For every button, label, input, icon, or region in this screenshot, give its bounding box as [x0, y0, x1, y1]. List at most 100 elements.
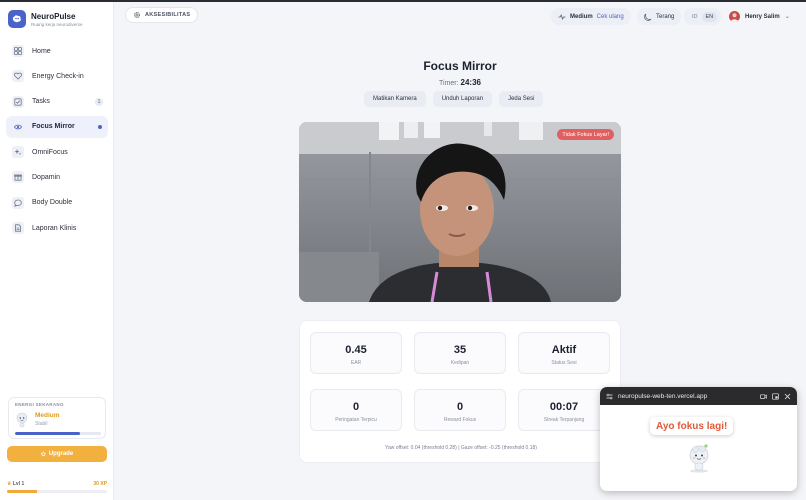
energy-level: Medium — [35, 412, 60, 419]
heart-icon — [12, 70, 24, 83]
theme-toggle[interactable]: Terang — [637, 8, 682, 25]
sidebar-item-focus-mirror[interactable]: Focus Mirror — [6, 115, 108, 138]
energy-progress-fill — [15, 432, 80, 435]
sidebar-item-label: Laporan Klinis — [32, 224, 77, 232]
stat-label: EAR — [350, 360, 362, 366]
sparkle-icon — [12, 146, 24, 159]
stat-warnings-triggered: 0 Peringatan Terpicu — [310, 389, 402, 431]
camera-feed: Tidak Fokus Layar! — [299, 122, 621, 302]
tasks-count-badge: 1 — [95, 97, 103, 106]
sidebar-item-omnifocus[interactable]: OmniFocus — [6, 141, 108, 163]
moon-icon — [644, 13, 652, 21]
stat-value: Aktif — [551, 344, 577, 356]
pip-window[interactable]: neuropulse-web-ten.vercel.app Ayo fokus … — [600, 387, 797, 491]
stat-value: 00:07 — [549, 401, 579, 413]
stat-value: 35 — [453, 344, 467, 356]
sidebar-item-label: Body Double — [32, 199, 73, 207]
sidebar-item-energy-checkin[interactable]: Energy Check-in — [6, 65, 108, 87]
session-timer: Timer: 24:36 — [300, 78, 620, 87]
user-menu[interactable]: Henry Salim ⌄ — [729, 8, 790, 25]
energy-pill-level: Medium — [570, 13, 593, 20]
mascot-icon — [689, 444, 709, 473]
eye-icon — [12, 120, 24, 133]
not-focused-warning-badge: Tidak Fokus Layar! — [557, 129, 614, 140]
sidebar-item-tasks[interactable]: Tasks 1 — [6, 91, 108, 113]
camera-feed-image — [299, 122, 621, 302]
user-name: Henry Salim — [745, 13, 780, 20]
sidebar-item-home[interactable]: Home — [6, 40, 108, 62]
download-report-button[interactable]: Unduh Laporan — [432, 91, 493, 107]
close-icon[interactable] — [784, 393, 791, 400]
pause-session-button[interactable]: Jeda Sesi — [499, 91, 544, 107]
checkbox-icon — [12, 95, 24, 108]
stat-label: Reward Fokus — [443, 417, 477, 423]
upgrade-label: Upgrade — [48, 451, 74, 457]
timer-label: Timer: — [439, 80, 459, 87]
site-settings-icon[interactable] — [606, 393, 613, 400]
stat-session-status: Aktif Status Sesi — [518, 332, 610, 374]
stat-value: 0 — [456, 401, 464, 413]
grid-icon — [12, 45, 24, 57]
chat-icon — [12, 196, 24, 209]
pip-titlebar: neuropulse-web-ten.vercel.app — [600, 387, 797, 405]
accessibility-button[interactable]: AKSESIBILITAS — [125, 7, 199, 23]
sidebar-item-label: Energy Check-in — [32, 72, 84, 80]
xp-progress-fill — [7, 490, 37, 493]
sidebar-item-label: OmniFocus — [32, 148, 68, 156]
level-row: ♛ Lvl 1 30 XP — [7, 481, 107, 487]
xp-progress-bar — [7, 490, 107, 493]
brand[interactable]: NeuroPulse Ruang kerja neurodiverse — [8, 10, 83, 28]
stat-label: Status Sesi — [551, 360, 577, 366]
theme-label: Terang — [656, 13, 675, 20]
sidebar-item-label: Dopamin — [32, 173, 61, 181]
active-indicator-dot — [98, 124, 102, 129]
stat-value: 0 — [352, 401, 360, 413]
language-switch: ID EN — [684, 8, 722, 25]
level-label: ♛ Lvl 1 — [7, 481, 24, 487]
stat-label: Peringatan Terpicu — [335, 417, 377, 423]
avatar — [729, 11, 740, 22]
lang-option-en[interactable]: EN — [701, 11, 718, 22]
stat-ear: 0.45 EAR — [310, 332, 402, 374]
window-top-edge — [0, 0, 806, 2]
turn-off-camera-button[interactable]: Matikan Kamera — [364, 91, 426, 107]
star-icon: ✩ — [40, 451, 46, 458]
sidebar-item-label: Focus Mirror — [32, 123, 75, 131]
offset-readout: Yaw offset: 0.04 (threshold 0.28) | Gaze… — [385, 445, 537, 451]
pip-url: neuropulse-web-ten.vercel.app — [618, 392, 708, 400]
lang-option-id[interactable]: ID — [688, 12, 702, 22]
session-actions: Matikan Kamera Unduh Laporan Jeda Sesi — [364, 91, 544, 107]
brand-tagline: Ruang kerja neurodiverse — [31, 21, 83, 27]
energy-progress-bar — [15, 432, 101, 435]
energy-status: Stabil — [35, 421, 48, 427]
camera-icon[interactable] — [760, 393, 767, 400]
sidebar: NeuroPulse Ruang kerja neurodiverse Home… — [0, 2, 114, 500]
pulse-icon — [558, 13, 566, 20]
stat-value: 0.45 — [345, 344, 367, 356]
sidebar-item-label: Tasks — [32, 98, 50, 106]
expand-icon[interactable] — [772, 392, 779, 400]
brand-name: NeuroPulse — [31, 11, 76, 21]
current-energy-card[interactable]: ENERGI SEKARANG Medium Stabil — [8, 397, 106, 439]
gear-icon — [134, 12, 140, 18]
trophy-icon: ♛ — [7, 481, 12, 487]
document-icon — [12, 222, 24, 235]
sidebar-item-laporan-klinis[interactable]: Laporan Klinis — [6, 217, 108, 239]
stat-label: Streak Terpanjang — [543, 417, 585, 423]
brain-logo-icon — [8, 10, 26, 28]
accessibility-label: AKSESIBILITAS — [145, 12, 191, 18]
energy-status-pill: Medium Cek ulang — [551, 8, 631, 25]
xp-label: 30 XP — [93, 481, 107, 487]
chevron-down-icon: ⌄ — [784, 14, 790, 20]
stat-longest-streak: 00:07 Streak Terpanjang — [518, 389, 610, 431]
mascot-icon — [16, 412, 28, 428]
recheck-link[interactable]: Cek ulang — [597, 14, 624, 20]
sidebar-item-dopamin[interactable]: Dopamin — [6, 166, 108, 188]
stat-label: Kedipan — [450, 360, 470, 366]
upgrade-button[interactable]: ✩ Upgrade — [7, 446, 107, 462]
stat-blinks: 35 Kedipan — [414, 332, 506, 374]
sidebar-nav: Home Energy Check-in Tasks 1 Focus Mirro… — [6, 40, 108, 242]
stat-focus-reward: 0 Reward Fokus — [414, 389, 506, 431]
sidebar-item-body-double[interactable]: Body Double — [6, 192, 108, 214]
sidebar-item-label: Home — [32, 47, 51, 55]
